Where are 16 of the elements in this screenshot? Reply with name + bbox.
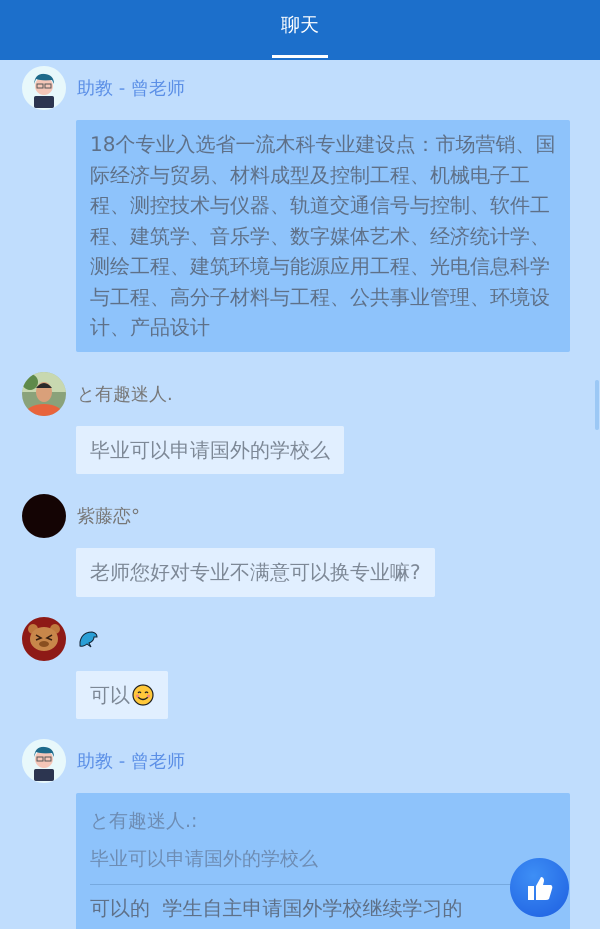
sender-name: 助教 - 曾老师: [77, 750, 185, 773]
teacher-avatar: [22, 66, 66, 110]
quoted-message: 毕业可以申请国外的学校么: [90, 847, 319, 872]
sender-name: 紫藤恋°: [77, 505, 140, 528]
message-bubble: 毕业可以申请国外的学校么: [76, 426, 344, 474]
avatar: [22, 494, 66, 538]
message-bubble: 老师您好对专业不满意可以换专业嘛?: [76, 548, 435, 596]
quoted-author: と有趣迷人.:: [90, 809, 198, 834]
teacher-avatar: [22, 739, 66, 783]
sender-name: 助教 - 曾老师: [77, 77, 185, 100]
message-bubble: 可以: [76, 670, 168, 719]
message-text: 可以的 学生自主申请国外学校继续学习的: [90, 895, 464, 922]
bear-avatar: [22, 616, 66, 660]
message-bubble: 18个专业入选省一流木科专业建设点：市场营销、国际经济与贸易、材料成型及控制工程、机械电子工程、测控技术与仪器、轨道交通信号与控制、软件工程、建筑学、音乐学、数字媒体艺术、经济统计学、测绘工程、建筑环境与能源应用工程、光电信息科学与工程、高分子材料与工程、公共事业管理、环境设计、产品设计: [76, 120, 570, 352]
chat-tab[interactable]: 聊天: [272, 0, 328, 60]
sender-name: と有趣迷人.: [77, 382, 173, 406]
